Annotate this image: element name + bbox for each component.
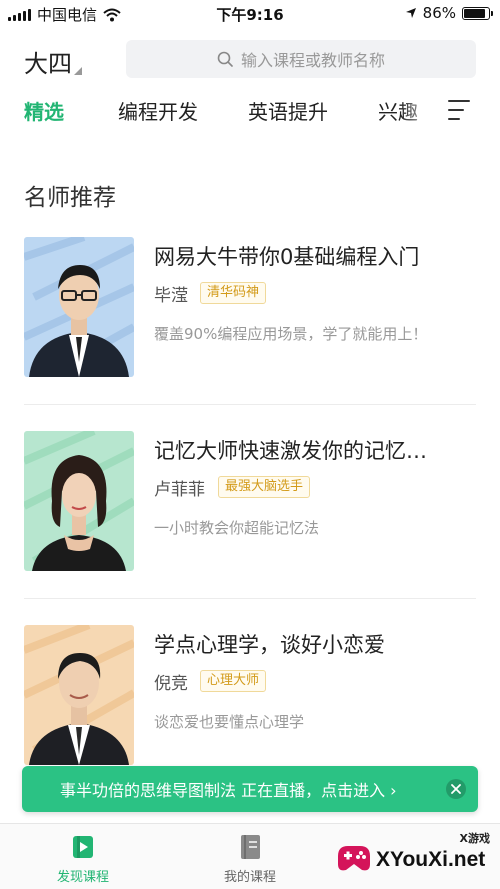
live-banner-text: 事半功倍的思维导图制法 正在直播，点击进入 ›: [60, 781, 397, 800]
course-card[interactable]: 记忆大师快速激发你的记忆… 卢菲菲 最强大脑选手 一小时教会你超能记忆法: [24, 431, 476, 571]
teacher-tag: 清华码神: [200, 282, 267, 304]
teacher-photo: [24, 625, 134, 765]
play-icon: [73, 836, 93, 858]
nav-discover-label: 发现课程: [56, 870, 109, 885]
course-desc: 谈恋爱也要懂点心理学: [154, 713, 305, 731]
search-bar[interactable]: 输入课程或教师名称: [126, 40, 476, 78]
course-desc: 一小时教会你超能记忆法: [154, 519, 320, 537]
tab-fade: [400, 92, 440, 128]
tab-programming[interactable]: 编程开发: [118, 96, 198, 125]
grade-selector[interactable]: 大四: [24, 44, 82, 79]
close-icon[interactable]: [446, 779, 466, 799]
tab-featured[interactable]: 精选: [24, 96, 64, 125]
grade-label: 大四: [24, 50, 72, 78]
search-placeholder: 输入课程或教师名称: [240, 51, 385, 70]
location-arrow-icon: [405, 8, 416, 18]
battery-icon: [462, 6, 493, 20]
course-card[interactable]: 学点心理学，谈好小恋爱 倪竞 心理大师 谈恋爱也要懂点心理学: [24, 625, 476, 765]
live-banner[interactable]: 事半功倍的思维导图制法 正在直播，点击进入 ›: [22, 766, 478, 812]
status-bar: 中国电信 下午9:16 86%: [0, 0, 500, 28]
course-title: 网易大牛带你0基础编程入门: [154, 245, 420, 269]
course-title: 学点心理学，谈好小恋爱: [154, 633, 385, 657]
battery-fill: [464, 8, 485, 18]
category-tabs: 精选 编程开发 英语提升 兴趣: [0, 92, 500, 132]
teacher-photo: [24, 237, 134, 377]
search-icon: [217, 51, 233, 67]
nav-my-courses-label: 我的课程: [223, 870, 276, 885]
watermark: X游戏 XYouXi.net: [330, 826, 500, 889]
teacher-tag: 心理大师: [200, 670, 267, 692]
divider: [24, 404, 476, 405]
section-title: 名师推荐: [24, 185, 116, 211]
watermark-top-text: X游戏: [459, 832, 490, 845]
teacher-name: 倪竞: [154, 674, 188, 694]
nav-my-courses[interactable]: 我的课程: [190, 832, 310, 885]
course-desc: 覆盖90%编程应用场景，学了就能用上！: [154, 325, 428, 343]
teacher-name: 卢菲菲: [154, 480, 205, 500]
nav-discover[interactable]: 发现课程: [23, 832, 143, 885]
status-right: 86%: [405, 4, 493, 22]
watermark-text: XYouXi.net: [376, 848, 486, 871]
teacher-name: 毕滢: [154, 286, 188, 306]
teacher-photo: [24, 431, 134, 571]
book-icon: [241, 835, 260, 859]
course-card[interactable]: 网易大牛带你0基础编程入门 毕滢 清华码神 覆盖90%编程应用场景，学了就能用上…: [24, 237, 476, 377]
menu-icon[interactable]: [448, 100, 470, 120]
tab-english[interactable]: 英语提升: [248, 96, 328, 125]
battery-percent: 86%: [422, 4, 456, 22]
caret-icon: [74, 67, 82, 75]
gamepad-logo-icon: [338, 846, 370, 871]
divider: [24, 598, 476, 599]
teacher-tag: 最强大脑选手: [218, 476, 311, 498]
course-title: 记忆大师快速激发你的记忆…: [154, 439, 427, 463]
